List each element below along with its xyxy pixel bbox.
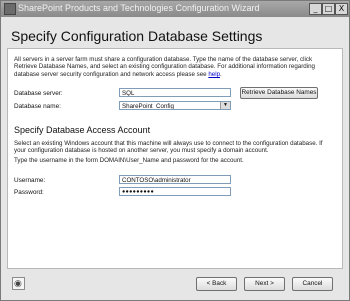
retrieve-database-names-button[interactable]: Retrieve Database Names <box>240 87 318 99</box>
minimize-button[interactable]: _ <box>309 3 322 15</box>
window-title: SharePoint Products and Technologies Con… <box>18 3 260 13</box>
next-button[interactable]: Next > <box>244 277 285 291</box>
database-name-label: Database name: <box>14 103 61 110</box>
password-label: Password: <box>14 189 44 196</box>
close-button[interactable]: X <box>335 3 348 15</box>
title-bar: SharePoint Products and Technologies Con… <box>1 1 349 17</box>
username-label: Username: <box>14 177 46 184</box>
username-format-hint: Type the username in the form DOMAIN\Use… <box>14 157 244 164</box>
cancel-button[interactable]: Cancel <box>292 277 333 291</box>
back-button[interactable]: < Back <box>196 277 237 291</box>
chevron-down-icon[interactable]: ▼ <box>220 102 230 109</box>
account-description: Select an existing Windows account that … <box>14 140 323 155</box>
maximize-button[interactable]: □ <box>322 3 335 15</box>
database-name-value: SharePoint_Config <box>122 103 174 110</box>
intro-text: All servers in a server farm must share … <box>14 56 315 78</box>
database-server-input[interactable]: SQL <box>119 88 231 97</box>
settings-panel: All servers in a server farm must share … <box>7 48 343 269</box>
username-input[interactable]: CONTOSO\administrator <box>119 175 231 184</box>
sharepoint-icon <box>4 3 16 15</box>
help-icon: ◉ <box>14 278 22 288</box>
password-input[interactable]: ●●●●●●●●● <box>119 187 231 196</box>
page-title: Specify Configuration Database Settings <box>11 28 263 44</box>
page-header: Specify Configuration Database Settings <box>1 17 349 51</box>
help-link[interactable]: help <box>208 71 220 78</box>
database-server-label: Database server: <box>14 90 63 97</box>
database-name-dropdown[interactable]: SharePoint_Config ▼ <box>119 101 231 110</box>
help-button[interactable]: ◉ <box>12 277 25 290</box>
account-section-heading: Specify Database Access Account <box>14 125 151 135</box>
wizard-window: SharePoint Products and Technologies Con… <box>0 0 350 301</box>
